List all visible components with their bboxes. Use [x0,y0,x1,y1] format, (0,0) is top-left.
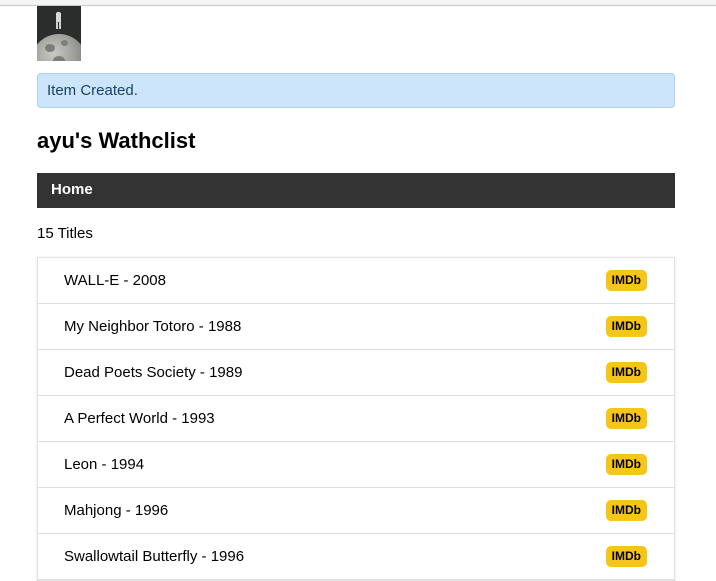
list-item: Swallowtail Butterfly - 1996 IMDb [38,534,674,580]
list-item: Dead Poets Society - 1989 IMDb [38,350,674,396]
list-item: WALL-E - 2008 IMDb [38,258,674,304]
imdb-badge-link[interactable]: IMDb [605,362,647,383]
titles-count: 15 Titles [37,225,93,242]
flash-message: Item Created. [37,73,675,108]
item-title: My Neighbor Totoro - 1988 [64,318,242,335]
imdb-badge-link[interactable]: IMDb [605,500,647,521]
list-item: Mahjong - 1996 IMDb [38,488,674,534]
list-item: A Perfect World - 1993 IMDb [38,396,674,442]
navbar: Home [37,173,675,208]
imdb-badge-link[interactable]: IMDb [605,454,647,475]
list-item: My Neighbor Totoro - 1988 IMDb [38,304,674,350]
item-title: Mahjong - 1996 [64,502,169,519]
imdb-badge-link[interactable]: IMDb [605,270,647,291]
item-title: Dead Poets Society - 1989 [64,364,243,381]
watchlist: WALL-E - 2008 IMDb My Neighbor Totoro - … [37,257,675,581]
item-title: Leon - 1994 [64,456,145,473]
item-title: Swallowtail Butterfly - 1996 [64,548,245,565]
list-item: Leon - 1994 IMDb [38,442,674,488]
item-title: A Perfect World - 1993 [64,410,215,427]
page-title: ayu's Wathclist [37,128,196,153]
item-title: WALL-E - 2008 [64,272,166,289]
avatar[interactable] [37,6,81,61]
nav-home-link[interactable]: Home [37,173,93,206]
moon-icon [37,34,81,61]
imdb-badge-link[interactable]: IMDb [605,546,647,567]
imdb-badge-link[interactable]: IMDb [605,408,647,429]
imdb-badge-link[interactable]: IMDb [605,316,647,337]
page-container: Item Created. ayu's Wathclist Home 15 Ti… [37,6,675,581]
